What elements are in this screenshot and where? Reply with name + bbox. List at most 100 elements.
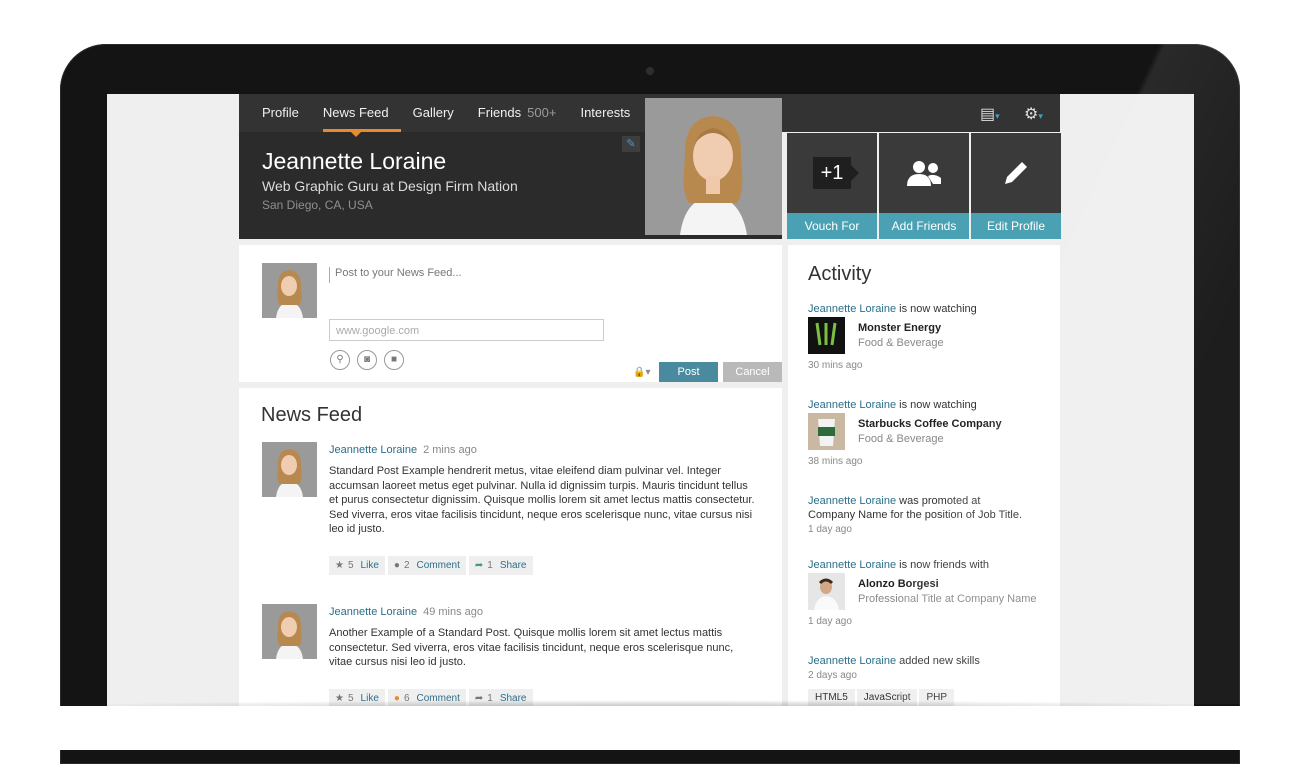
post-author-line: Jeannette Loraine 2 mins ago <box>329 444 477 456</box>
activity-title: Activity <box>808 263 872 285</box>
camera-icon[interactable]: ◙ <box>357 350 377 370</box>
post-button[interactable]: Post <box>659 362 718 382</box>
activity-line: Jeannette Loraine is now watching <box>808 303 1053 315</box>
activity-item: Jeannette Loraine is now watching Starbu… <box>808 399 1053 479</box>
avatar <box>262 263 317 318</box>
friend-name[interactable]: Alonzo Borgesi <box>858 578 939 590</box>
avatar <box>262 442 317 497</box>
activity-user[interactable]: Jeannette Loraine <box>808 495 896 507</box>
post-body: Another Example of a Standard Post. Quis… <box>329 627 734 668</box>
activity-user[interactable]: Jeannette Loraine <box>808 655 896 667</box>
watched-name[interactable]: Starbucks Coffee Company <box>858 418 1002 430</box>
tab-label: Interests <box>580 105 631 120</box>
activity-text-2: Company Name for the position of Job Tit… <box>808 509 1022 521</box>
tab-label: Gallery <box>412 105 454 120</box>
activity-user[interactable]: Jeannette Loraine <box>808 559 896 571</box>
activity-time: 30 mins ago <box>808 360 863 371</box>
like-count: 5 <box>347 560 354 571</box>
tab-gallery[interactable]: Gallery <box>401 94 466 132</box>
like-label: Like <box>360 560 379 571</box>
pencil-icon <box>971 133 1061 213</box>
add-friends-label: Add Friends <box>879 213 969 239</box>
activity-time: 1 day ago <box>808 616 852 627</box>
share-label: Share <box>499 560 527 571</box>
comment-count: 2 <box>403 560 410 571</box>
monster-energy-logo[interactable] <box>808 317 845 354</box>
friends-count: 500+ <box>527 105 557 120</box>
tab-news-feed[interactable]: News Feed <box>311 94 401 137</box>
friend-title: Professional Title at Company Name <box>858 593 1037 605</box>
url-input[interactable]: www.google.com <box>329 319 604 341</box>
activity-text: is now friends with <box>896 559 990 571</box>
add-friends-button[interactable]: Add Friends <box>879 133 969 239</box>
tab-label: Friends <box>477 105 522 120</box>
screen: Profile News Feed Gallery Friends 500+ In… <box>107 94 1194 706</box>
background-floor <box>0 706 1300 750</box>
webcam <box>646 67 654 75</box>
url-placeholder: www.google.com <box>336 325 420 337</box>
post-body: Standard Post Example hendrerit metus, v… <box>329 465 755 535</box>
edit-profile-button[interactable]: Edit Profile <box>971 133 1061 239</box>
post-author-line: Jeannette Loraine 49 mins ago <box>329 606 483 618</box>
lock-icon[interactable]: 🔒▾ <box>633 367 650 378</box>
edit-profile-label: Edit Profile <box>971 213 1061 239</box>
link-icon[interactable]: ⚲ <box>330 350 350 370</box>
avatar <box>262 604 317 659</box>
cancel-button[interactable]: Cancel <box>723 362 782 382</box>
post-time: 2 mins ago <box>423 444 477 456</box>
document-icon[interactable]: ▤▾ <box>980 104 1000 124</box>
watched-category: Food & Beverage <box>858 433 944 445</box>
tab-interests[interactable]: Interests <box>568 94 642 132</box>
chevron-down-icon: ▾ <box>1038 111 1043 121</box>
share-count: 1 <box>487 560 493 571</box>
starbucks-logo[interactable] <box>808 413 845 450</box>
post-author[interactable]: Jeannette Loraine <box>329 606 417 618</box>
activity-user[interactable]: Jeannette Loraine <box>808 303 896 315</box>
activity-text: added new skills <box>896 655 980 667</box>
profile-name: Jeannette Loraine <box>262 148 447 174</box>
post-author[interactable]: Jeannette Loraine <box>329 444 417 456</box>
activity-item: Jeannette Loraine is now friends with Al… <box>808 559 1053 639</box>
activity-time: 1 day ago <box>808 524 852 535</box>
activity-text: is now watching <box>896 399 977 411</box>
share-button[interactable]: ➦ 1 Share <box>468 556 533 575</box>
activity-line: Jeannette Loraine is now watching <box>808 399 1053 411</box>
post-input[interactable]: Post to your News Feed... <box>329 267 599 283</box>
comment-icon: ● <box>393 560 400 571</box>
comment-label: Comment <box>416 560 460 571</box>
activity-line: Jeannette Loraine added new skills <box>808 655 1053 667</box>
activity-line: Jeannette Loraine was promoted at <box>808 495 1053 507</box>
tab-label: Profile <box>262 105 299 120</box>
watched-category: Food & Beverage <box>858 337 944 349</box>
activity-text: was promoted at <box>896 495 981 507</box>
activity-panel: Activity Jeannette Loraine is now watchi… <box>788 245 1060 706</box>
activity-time: 38 mins ago <box>808 456 863 467</box>
top-right-bar: ▤▾ ⚙▾ <box>782 94 1060 132</box>
plus-one-badge: +1 <box>813 157 859 189</box>
tab-friends[interactable]: Friends 500+ <box>466 94 569 132</box>
tab-profile[interactable]: Profile <box>239 94 311 132</box>
comment-button[interactable]: ● 2 Comment <box>387 556 466 575</box>
feed-title: News Feed <box>261 404 363 426</box>
video-icon[interactable]: ■ <box>384 350 404 370</box>
like-button[interactable]: ★ 5 Like <box>329 556 385 575</box>
profile-photo <box>645 98 782 235</box>
vouch-for-label: Vouch For <box>787 213 877 239</box>
profile-location: San Diego, CA, USA <box>262 198 373 212</box>
gear-icon[interactable]: ⚙▾ <box>1024 104 1043 124</box>
users-icon <box>879 133 969 213</box>
vouch-for-button[interactable]: +1 Vouch For <box>787 133 877 239</box>
friend-avatar[interactable] <box>808 573 845 610</box>
activity-text: is now watching <box>896 303 977 315</box>
activity-line: Jeannette Loraine is now friends with <box>808 559 1053 571</box>
activity-item: Jeannette Loraine was promoted at Compan… <box>808 495 1053 540</box>
plus-one-icon: +1 <box>787 133 877 213</box>
share-icon: ➦ <box>474 560 484 571</box>
profile-title: Web Graphic Guru at Design Firm Nation <box>262 178 518 194</box>
activity-user[interactable]: Jeannette Loraine <box>808 399 896 411</box>
activity-item: Jeannette Loraine is now watching Monste… <box>808 303 1053 383</box>
edit-header-pencil-icon[interactable]: ✎ <box>622 136 640 152</box>
watched-name[interactable]: Monster Energy <box>858 322 941 334</box>
activity-item: Jeannette Loraine added new skills 2 day… <box>808 655 1053 706</box>
chevron-down-icon: ▾ <box>995 111 1000 121</box>
